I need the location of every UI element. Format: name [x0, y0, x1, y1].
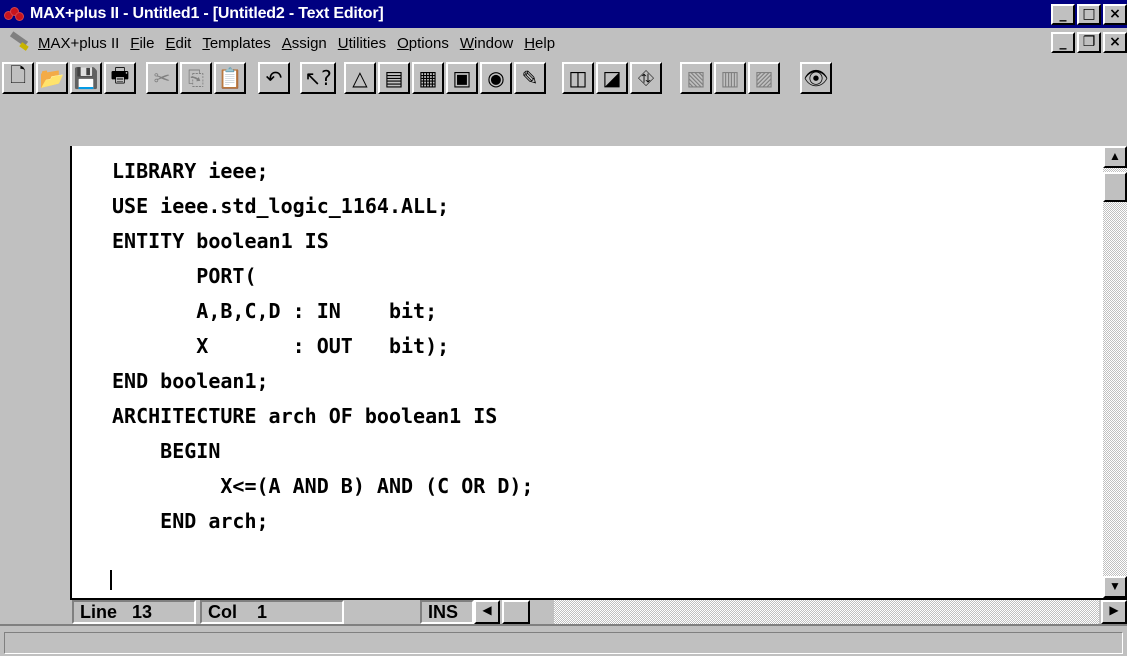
text-editor[interactable]: LIBRARY ieee; USE ieee.std_logic_1164.ALL…: [70, 146, 1103, 598]
compiler-icon[interactable]: ▣: [446, 62, 478, 94]
code-line[interactable]: USE ieee.std_logic_1164.ALL;: [112, 189, 533, 224]
project-compile-icon[interactable]: ⛗: [630, 62, 662, 94]
code-line[interactable]: X : OUT bit);: [112, 329, 533, 364]
copy-icon[interactable]: ⎘: [180, 62, 212, 94]
timing-icon[interactable]: ✎: [514, 62, 546, 94]
vertical-scroll-thumb[interactable]: [1103, 172, 1127, 202]
minimize-button[interactable]: _: [1051, 4, 1075, 25]
column-indicator: Col 1: [200, 600, 344, 624]
floorplan-icon[interactable]: ▦: [412, 62, 444, 94]
left-gutter: [0, 146, 70, 624]
code-area[interactable]: LIBRARY ieee; USE ieee.std_logic_1164.ALL…: [112, 154, 533, 609]
scroll-left-arrow-icon[interactable]: ◀: [474, 600, 500, 624]
title-bar[interactable]: MAX+plus II - Untitled1 - [Untitled2 - T…: [0, 0, 1127, 28]
code-line[interactable]: END boolean1;: [112, 364, 533, 399]
code-line[interactable]: END arch;: [112, 504, 533, 539]
open-hierarchy-icon[interactable]: ▤: [378, 62, 410, 94]
document-system-icon[interactable]: [8, 31, 34, 54]
code-line[interactable]: PORT(: [112, 259, 533, 294]
horizontal-scrollbar[interactable]: [554, 600, 1099, 624]
print-icon[interactable]: 🖶: [104, 62, 136, 94]
window-title: MAX+plus II - Untitled1 - [Untitled2 - T…: [30, 5, 384, 22]
code-line[interactable]: ENTITY boolean1 IS: [112, 224, 533, 259]
cut-icon[interactable]: ✂: [146, 62, 178, 94]
hierarchy-up-icon[interactable]: △: [344, 62, 376, 94]
project-save-icon[interactable]: ◪: [596, 62, 628, 94]
menu-utilities[interactable]: Utilities: [338, 35, 386, 52]
toggle-a-icon[interactable]: ▧: [680, 62, 712, 94]
paste-icon[interactable]: 📋: [214, 62, 246, 94]
menu-window[interactable]: Window: [460, 35, 513, 52]
context-help-icon[interactable]: ↖?: [300, 62, 336, 94]
code-line[interactable]: X<=(A AND B) AND (C OR D);: [112, 469, 533, 504]
simulator-icon[interactable]: ◉: [480, 62, 512, 94]
programmer-icon[interactable]: ◫: [562, 62, 594, 94]
scroll-down-arrow-icon[interactable]: ▼: [1103, 576, 1127, 598]
menu-edit[interactable]: Edit: [165, 35, 191, 52]
menu-options[interactable]: Options: [397, 35, 449, 52]
mdi-minimize-button[interactable]: _: [1051, 32, 1075, 53]
menu-file[interactable]: File: [130, 35, 154, 52]
menu-assign[interactable]: Assign: [282, 35, 327, 52]
mdi-restore-button[interactable]: ❐: [1077, 32, 1101, 53]
code-line[interactable]: BEGIN: [112, 434, 533, 469]
text-caret: [110, 570, 112, 590]
code-line[interactable]: A,B,C,D : IN bit;: [112, 294, 533, 329]
save-file-icon[interactable]: 💾: [70, 62, 102, 94]
vertical-scrollbar[interactable]: ▲ ▼: [1103, 146, 1127, 598]
close-button[interactable]: ×: [1103, 4, 1127, 25]
find-text-icon[interactable]: 👁: [800, 62, 832, 94]
toggle-c-icon[interactable]: ▨: [748, 62, 780, 94]
status-message-field: [4, 632, 1123, 654]
open-file-icon[interactable]: 📂: [36, 62, 68, 94]
horizontal-scroll-thumb[interactable]: [502, 600, 530, 624]
editor-status-row: Line 13 Col 1 INS ◀ ▶: [70, 598, 1127, 624]
insert-mode-indicator[interactable]: INS: [420, 600, 474, 624]
mdi-close-button[interactable]: ×: [1103, 32, 1127, 53]
toggle-b-icon[interactable]: ▥: [714, 62, 746, 94]
menu-max-plus-ii[interactable]: MAX+plus II: [38, 35, 119, 52]
app-status-bar: [0, 624, 1127, 656]
maximize-button[interactable]: □: [1077, 4, 1101, 25]
new-file-icon[interactable]: 🗋: [2, 62, 34, 94]
line-indicator: Line 13: [72, 600, 196, 624]
menu-bar: MAX+plus II File Edit Templates Assign Utilit…: [0, 28, 1127, 58]
undo-icon[interactable]: ↶: [258, 62, 290, 94]
toolbar: 🗋 📂 💾 🖶 ✂ ⎘ 📋 ↶ ↖? △ ▤ ▦ ▣ ◉ ✎ ◫ ◪ ⛗ ▧ ▥ ▨ 👁: [0, 58, 1127, 146]
scroll-right-arrow-icon[interactable]: ▶: [1101, 600, 1127, 624]
scroll-up-arrow-icon[interactable]: ▲: [1103, 146, 1127, 168]
code-line[interactable]: ARCHITECTURE arch OF boolean1 IS: [112, 399, 533, 434]
menu-templates[interactable]: Templates: [202, 35, 270, 52]
code-line[interactable]: LIBRARY ieee;: [112, 154, 533, 189]
code-line[interactable]: [112, 539, 533, 574]
maxplus-app-icon[interactable]: [4, 5, 24, 23]
menu-help[interactable]: Help: [524, 35, 555, 52]
